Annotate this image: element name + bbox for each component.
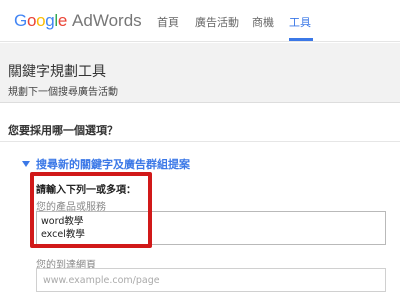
product-keyword-line: word教學	[41, 216, 84, 227]
section-divider	[0, 141, 400, 142]
logo-letter: G	[14, 11, 27, 30]
product-service-input[interactable]: word教學 excel教學	[36, 211, 386, 245]
top-navigation-bar: Google AdWords 首頁 廣告活動 商機 工具	[0, 0, 400, 42]
google-wordmark: Google	[14, 11, 67, 31]
option-label[interactable]: 搜尋新的關鍵字及廣告群組提案	[36, 156, 190, 172]
option-question: 您要採用哪一個選項？	[8, 124, 118, 137]
nav-tab-tools[interactable]: 工具	[289, 14, 311, 30]
logo-letter: e	[57, 11, 68, 30]
planner-header: 關鍵字規劃工具 規劃下一個搜尋廣告活動	[0, 43, 400, 103]
required-fields-label: 請輸入下列一或多項：	[36, 185, 136, 196]
caret-down-icon[interactable]	[22, 161, 30, 167]
nav-tab-opportunities[interactable]: 商機	[252, 14, 274, 30]
logo-letter: o	[36, 11, 46, 30]
nav-tab-home[interactable]: 首頁	[157, 14, 179, 30]
landing-page-input[interactable]	[36, 268, 386, 292]
adwords-wordmark: AdWords	[72, 11, 142, 30]
google-adwords-logo[interactable]: Google AdWords	[14, 11, 142, 31]
active-tab-indicator	[289, 38, 313, 41]
nav-tab-campaigns[interactable]: 廣告活動	[195, 14, 239, 30]
page-title: 關鍵字規劃工具	[8, 64, 106, 80]
search-new-keywords-option[interactable]: 搜尋新的關鍵字及廣告群組提案	[22, 156, 190, 172]
page-subtitle: 規劃下一個搜尋廣告活動	[8, 87, 118, 98]
logo-letter: o	[26, 11, 37, 30]
product-keyword-line: excel教學	[41, 229, 85, 240]
